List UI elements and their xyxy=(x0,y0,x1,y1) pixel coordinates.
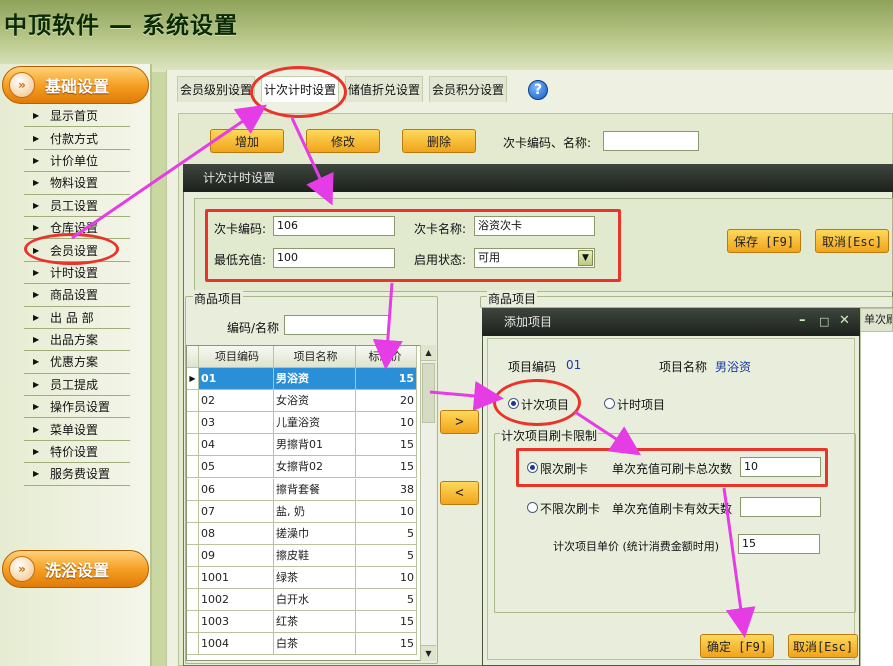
annotation-arrows xyxy=(71,104,756,638)
arrow-member-to-tab xyxy=(71,104,267,240)
arrow-card-to-grid xyxy=(372,282,403,370)
arrow-count-to-limit xyxy=(574,410,642,456)
arrow-limit-to-ok xyxy=(722,487,756,638)
arrow-tab-to-card xyxy=(290,117,334,206)
arrow-grid-to-dialog xyxy=(429,380,504,411)
